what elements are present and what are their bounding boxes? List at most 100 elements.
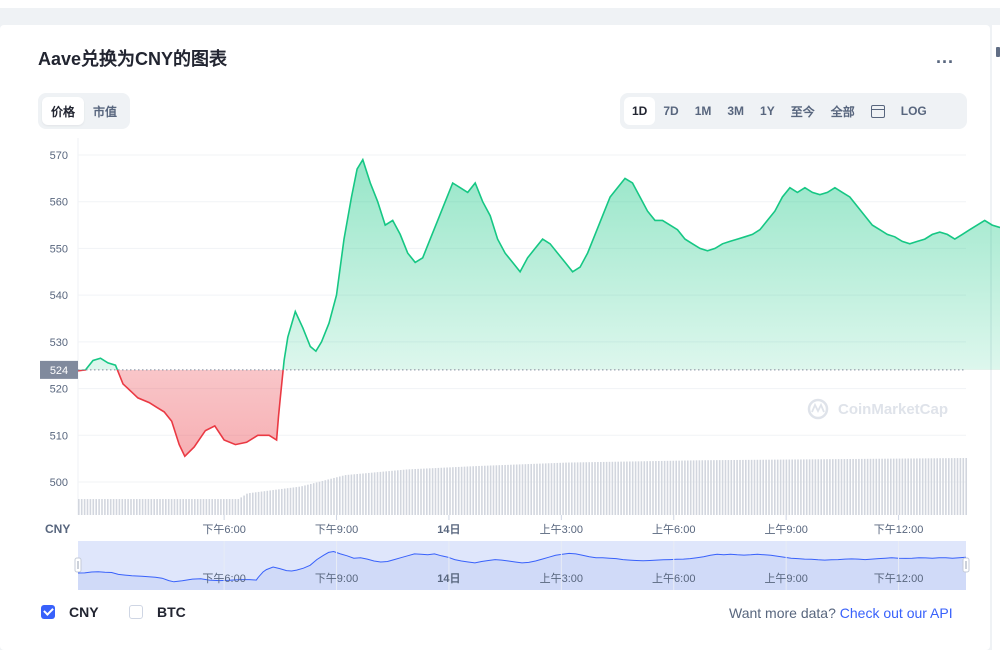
volume-bar xyxy=(620,461,622,515)
checkbox-cny[interactable] xyxy=(41,605,55,619)
volume-bar xyxy=(263,491,266,515)
volume-bar xyxy=(463,466,466,515)
volume-bar xyxy=(391,470,393,515)
volume-bar xyxy=(344,475,347,515)
api-link[interactable]: Check out our API xyxy=(840,605,953,621)
volume-bar xyxy=(266,490,269,515)
x-axis: 下午6:00 下午9:00 14日 上午3:00 上午6:00 上午9:00 下午12:00 xyxy=(202,515,923,536)
volume-bar xyxy=(695,460,698,515)
volume-bar xyxy=(486,465,489,515)
volume-bar xyxy=(208,499,211,515)
volume-bar xyxy=(98,499,100,515)
volume-bar xyxy=(214,499,216,515)
volume-bar xyxy=(252,492,254,515)
volume-bar xyxy=(382,471,385,515)
volume-bar xyxy=(945,458,947,515)
volume-bar xyxy=(716,460,718,515)
volume-bar xyxy=(121,499,124,515)
x-tick-label: 上午9:00 xyxy=(764,523,807,536)
volume-bar xyxy=(469,466,472,515)
volume-bar xyxy=(136,499,138,515)
volume-bar xyxy=(124,499,126,515)
volume-bar xyxy=(165,499,167,515)
range-navigator[interactable]: 下午6:00 下午9:00 14日 上午3:00 上午6:00 上午9:00 下午12:00 xyxy=(74,541,970,590)
volume-bar xyxy=(950,458,953,515)
volume-bar xyxy=(579,462,582,515)
volume-bar xyxy=(892,458,895,515)
volume-bar xyxy=(907,458,909,515)
navigator-tick-label: 上午3:00 xyxy=(540,572,583,585)
navigator-tick-label: 14日 xyxy=(437,572,460,585)
volume-bar xyxy=(455,467,457,515)
volume-bar xyxy=(188,499,190,515)
volume-bar xyxy=(115,499,118,515)
volume-bar xyxy=(788,459,791,515)
volume-bar xyxy=(721,460,724,515)
volume-bar xyxy=(521,464,524,515)
volume-bar xyxy=(472,466,474,515)
volume-bar xyxy=(594,462,596,515)
volume-bar xyxy=(939,458,941,515)
volume-bar xyxy=(875,458,878,515)
y-axis: 500 510 520 530 540 550 560 570 xyxy=(50,150,68,489)
volume-bar xyxy=(133,499,135,515)
volume-bar xyxy=(631,461,634,515)
navigator-tick-label: 下午9:00 xyxy=(315,572,358,585)
volume-bar xyxy=(948,458,950,515)
volume-bar xyxy=(533,463,535,515)
volume-bar xyxy=(362,473,364,515)
volume-bar xyxy=(513,464,515,515)
volume-bar xyxy=(446,467,448,515)
volume-bar xyxy=(678,460,680,515)
volume-bar xyxy=(646,461,648,515)
volume-bar xyxy=(501,465,503,515)
volume-bar xyxy=(394,470,396,515)
volume-bar xyxy=(623,461,625,515)
volume-bar xyxy=(504,464,506,515)
volume-bar xyxy=(536,463,538,515)
volume-bar xyxy=(629,461,631,515)
price-chart: 500 510 520 530 540 550 560 570 524 CoinMarketC… xyxy=(40,138,1000,590)
volume-bar xyxy=(327,479,329,515)
volume-bar xyxy=(310,483,312,515)
volume-bar xyxy=(237,499,240,515)
volume-bar xyxy=(608,461,611,515)
volume-bar xyxy=(730,460,733,515)
volume-bar xyxy=(562,462,564,515)
volume-bar xyxy=(147,499,150,515)
volume-bar xyxy=(217,499,219,515)
volume-bar xyxy=(658,460,660,515)
checkbox-cny-row[interactable]: CNY xyxy=(41,604,99,620)
volume-bar xyxy=(704,460,706,515)
volume-bar xyxy=(808,459,811,515)
volume-bar xyxy=(724,460,727,515)
volume-bar xyxy=(559,462,561,515)
volume-bar xyxy=(373,472,376,515)
volume-bar xyxy=(399,470,402,515)
volume-bar xyxy=(869,458,872,515)
checkbox-btc-row[interactable]: BTC xyxy=(129,604,186,620)
volume-bar xyxy=(797,459,799,515)
volume-bar xyxy=(866,458,869,515)
volume-bar xyxy=(350,474,353,515)
volume-bar xyxy=(776,459,779,515)
volume-bar xyxy=(440,467,443,515)
volume-bar xyxy=(539,463,541,515)
x-tick-label: 上午6:00 xyxy=(652,523,695,536)
volume-bar xyxy=(779,459,782,515)
volume-bar xyxy=(466,466,469,515)
volume-bar xyxy=(428,468,431,515)
volume-bar xyxy=(803,459,805,515)
volume-bar xyxy=(817,459,820,515)
volume-bar xyxy=(281,488,283,515)
volume-bar xyxy=(199,499,202,515)
volume-bar xyxy=(420,468,422,515)
checkbox-btc[interactable] xyxy=(129,605,143,619)
volume-bar xyxy=(176,499,179,515)
volume-bar xyxy=(347,474,350,515)
navigator-tick-label: 下午12:00 xyxy=(874,572,924,585)
volume-bar xyxy=(956,458,959,515)
volume-bar xyxy=(269,490,271,515)
volume-bar xyxy=(156,499,158,515)
volume-bar xyxy=(130,499,132,515)
